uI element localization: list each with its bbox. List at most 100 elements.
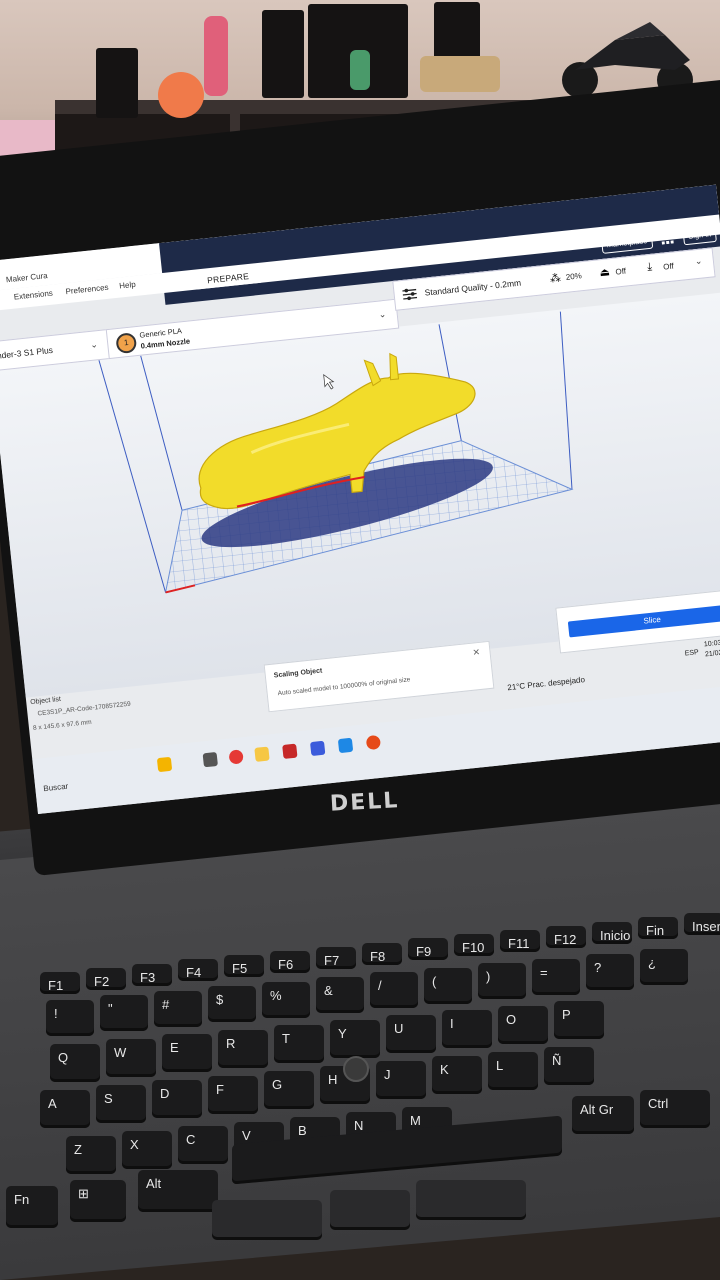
- key-c[interactable]: C: [178, 1126, 228, 1165]
- key-label: %: [270, 987, 282, 1003]
- key-f[interactable]: F: [208, 1075, 258, 1114]
- key-k[interactable]: K: [432, 1056, 482, 1095]
- weather-widget[interactable]: 21°C Prac. despejado: [507, 675, 585, 692]
- key-label: J: [384, 1067, 391, 1083]
- cura-taskbar-icon[interactable]: [337, 737, 354, 754]
- key-label: W: [114, 1045, 127, 1061]
- language-indicator[interactable]: ESP: [684, 649, 699, 657]
- teams-icon[interactable]: [309, 740, 326, 757]
- chevron-down-icon: ⌄: [378, 308, 387, 320]
- key-label: F2: [94, 973, 110, 989]
- key-x[interactable]: X: [122, 1131, 172, 1170]
- folder-icon[interactable]: [254, 746, 270, 762]
- key-p[interactable]: P: [554, 1000, 604, 1039]
- key-label: ): [486, 969, 491, 985]
- key-e[interactable]: E: [162, 1034, 212, 1073]
- key-fn[interactable]: Fn: [6, 1186, 58, 1228]
- key-f3[interactable]: F3: [132, 963, 172, 986]
- key-label: O: [506, 1011, 517, 1027]
- key-f4[interactable]: F4: [178, 959, 218, 982]
- key-f11[interactable]: F11: [500, 930, 540, 952]
- key-ñ[interactable]: Ñ: [544, 1046, 594, 1085]
- key-a[interactable]: A: [40, 1090, 90, 1128]
- key-label: K: [440, 1062, 449, 1078]
- key-t[interactable]: T: [274, 1024, 324, 1063]
- key-symbol[interactable]: ": [100, 995, 148, 1032]
- key-f9[interactable]: F9: [408, 938, 448, 961]
- key-symbol[interactable]: /: [370, 972, 418, 1009]
- key-symbol[interactable]: #: [154, 990, 202, 1027]
- touchpad-button[interactable]: [416, 1180, 526, 1220]
- adhesion-icon: ⤓: [646, 260, 653, 274]
- key-label: F9: [416, 944, 432, 960]
- key-alt[interactable]: Alt: [138, 1170, 218, 1212]
- monitor-stand: [96, 48, 138, 118]
- key-y[interactable]: Y: [330, 1020, 380, 1058]
- key-symbol[interactable]: $: [208, 986, 256, 1023]
- key-f7[interactable]: F7: [316, 946, 356, 969]
- slice-button[interactable]: Slice: [567, 603, 720, 638]
- sign-in-button[interactable]: Sign in: [682, 224, 717, 246]
- menu-preferences[interactable]: Preferences: [65, 283, 109, 296]
- key-symbol[interactable]: (: [424, 967, 472, 1004]
- key-label: ¿: [648, 955, 656, 971]
- key-r[interactable]: R: [218, 1029, 268, 1068]
- key-windows[interactable]: ⊞: [70, 1180, 126, 1222]
- touchpad-button[interactable]: [212, 1200, 322, 1240]
- key-f6[interactable]: F6: [270, 951, 310, 973]
- key-d[interactable]: D: [152, 1080, 202, 1119]
- small-figure: [350, 50, 370, 90]
- key-symbol[interactable]: =: [532, 958, 580, 995]
- figure-doll: [204, 16, 228, 96]
- key-l[interactable]: L: [488, 1051, 538, 1090]
- system-clock[interactable]: 10:03 p. m. 21/02/2024: [704, 637, 720, 661]
- key-w[interactable]: W: [106, 1039, 156, 1078]
- key-label: C: [186, 1132, 196, 1148]
- key-o[interactable]: O: [498, 1005, 548, 1044]
- key-f1[interactable]: F1: [40, 972, 80, 994]
- close-notification-button[interactable]: ✕: [472, 647, 481, 659]
- key-z[interactable]: Z: [66, 1136, 116, 1174]
- key-symbol[interactable]: ): [478, 963, 526, 1000]
- key-g[interactable]: G: [264, 1070, 314, 1109]
- key-q[interactable]: Q: [50, 1044, 100, 1082]
- chevron-down-icon: ⌄: [694, 255, 703, 267]
- explorer-icon[interactable]: [156, 756, 173, 773]
- key-inicio[interactable]: Inicio: [592, 921, 632, 944]
- key-insert[interactable]: Insert: [684, 913, 720, 936]
- key-f10[interactable]: F10: [454, 934, 494, 957]
- key-symbol[interactable]: %: [262, 981, 310, 1018]
- wooden-decor: [420, 56, 500, 92]
- app-icon[interactable]: [282, 743, 298, 759]
- key-symbol[interactable]: ?: [586, 954, 634, 990]
- menu-help[interactable]: Help: [119, 280, 136, 291]
- key-s[interactable]: S: [96, 1085, 146, 1124]
- key-label: Fin: [646, 923, 665, 939]
- key-f12[interactable]: F12: [546, 925, 586, 948]
- key-label: S: [104, 1091, 113, 1107]
- key-j[interactable]: J: [376, 1061, 426, 1100]
- key-f2[interactable]: F2: [86, 967, 126, 990]
- key-label: Insert: [692, 919, 720, 935]
- trackpoint[interactable]: [343, 1056, 369, 1082]
- key-f8[interactable]: F8: [362, 942, 402, 965]
- key-u[interactable]: U: [386, 1015, 436, 1054]
- adhesion-value: Off: [662, 261, 675, 272]
- key-symbol[interactable]: !: [46, 1000, 94, 1036]
- key-altgr[interactable]: Alt Gr: [572, 1096, 634, 1134]
- key-symbol[interactable]: ¿: [640, 949, 688, 986]
- key-label: ": [108, 1001, 113, 1017]
- touchpad-button[interactable]: [330, 1190, 410, 1230]
- apps-grid-icon[interactable]: [660, 231, 674, 245]
- key-fin[interactable]: Fin: [638, 917, 678, 940]
- object-list-header[interactable]: Object list: [30, 696, 61, 706]
- key-label: Inicio: [600, 927, 631, 943]
- key-i[interactable]: I: [442, 1010, 492, 1049]
- taskview-icon[interactable]: [202, 751, 218, 768]
- quality-label: Standard Quality - 0.2mm: [424, 277, 522, 298]
- menu-extensions[interactable]: Extensions: [13, 289, 53, 302]
- key-ctrl[interactable]: Ctrl: [640, 1090, 710, 1128]
- key-symbol[interactable]: &: [316, 977, 364, 1013]
- key-label: F11: [508, 936, 530, 951]
- key-f5[interactable]: F5: [224, 955, 264, 978]
